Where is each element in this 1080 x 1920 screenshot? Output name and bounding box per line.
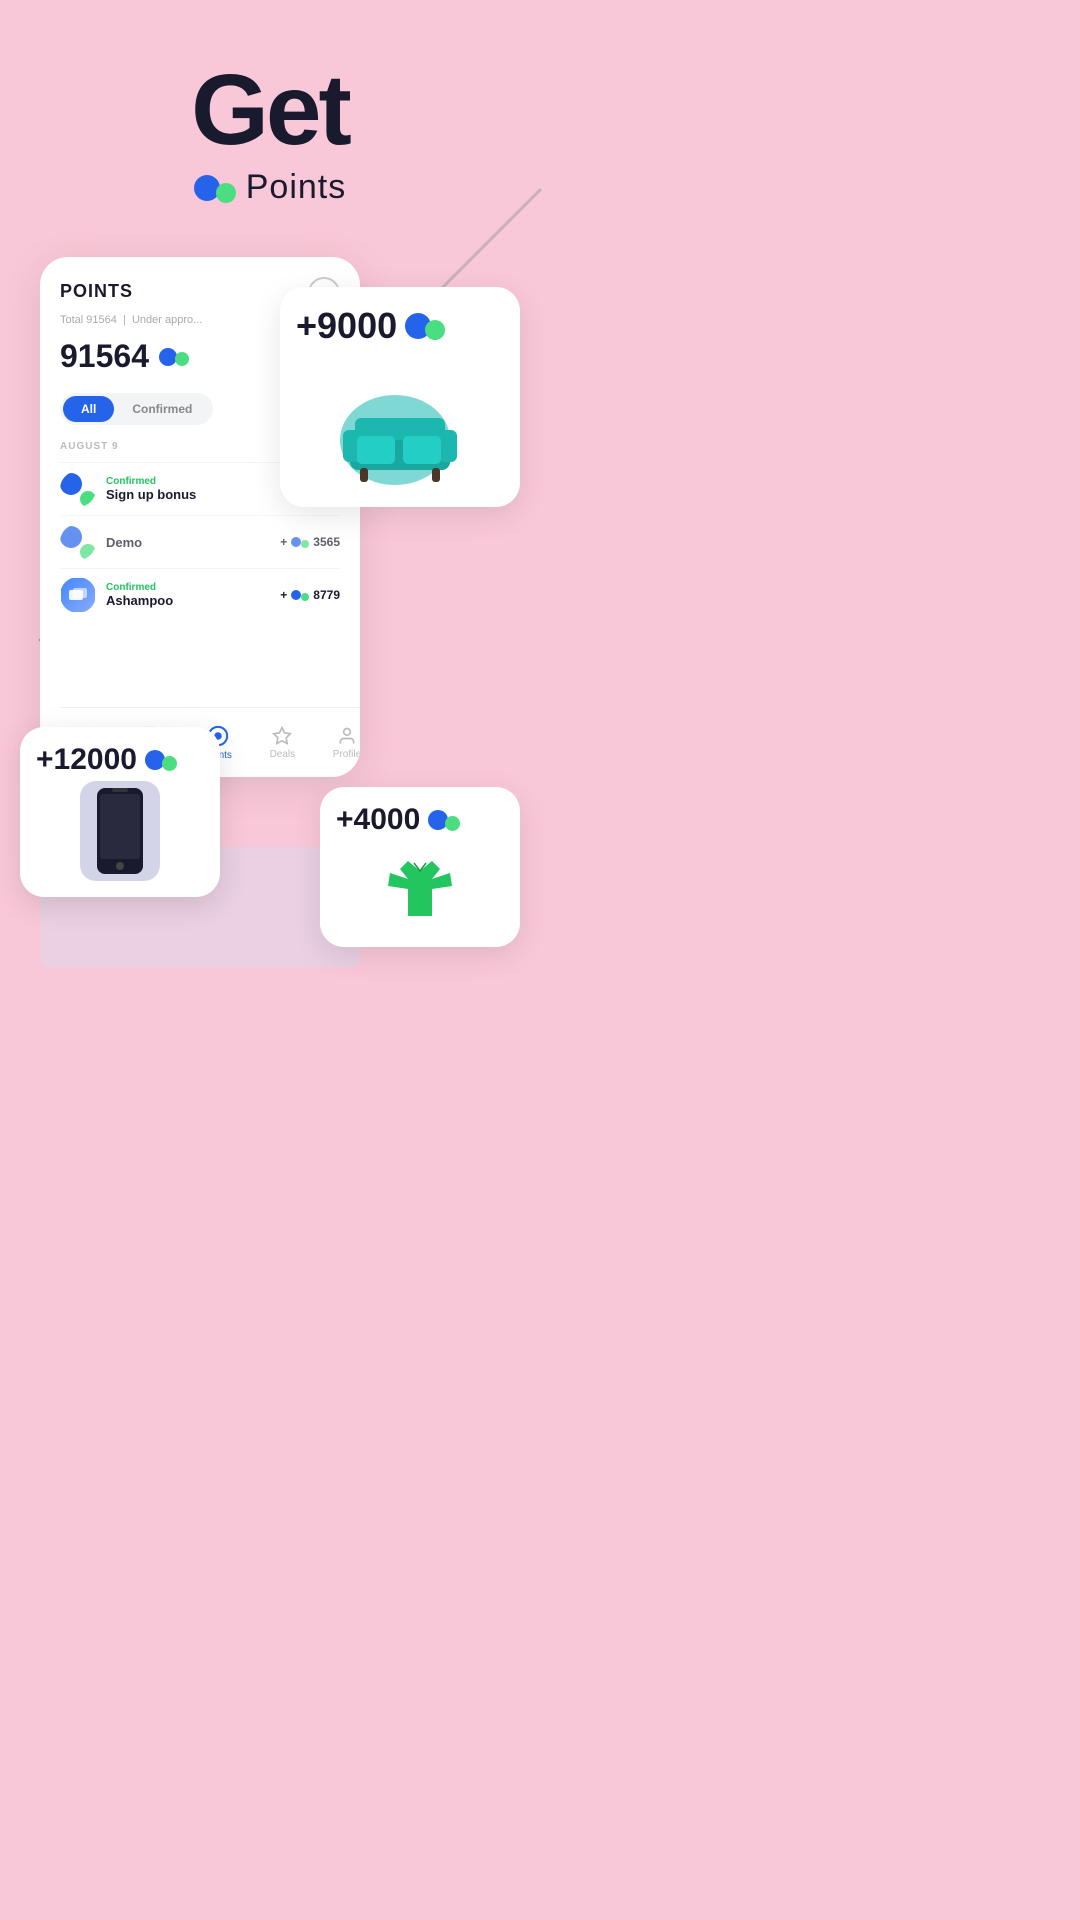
demo-name: Demo (106, 535, 270, 550)
card-phone: +12000 (20, 727, 220, 897)
transaction-ashampoo: Confirmed Ashampoo + 8779 (60, 568, 340, 621)
sofa-image (296, 347, 504, 495)
card-shirt: +4000 (320, 787, 520, 947)
hero-get-label: Get (20, 60, 520, 160)
sofa-points-row: +9000 (296, 305, 504, 347)
hero-points-label: Points (246, 168, 347, 207)
demo-label: Demo (106, 535, 270, 550)
tab-confirmed[interactable]: Confirmed (114, 396, 210, 422)
transaction-demo: Demo + 3565 (60, 515, 340, 568)
card-sofa: +9000 (280, 287, 520, 507)
demo-icon (60, 524, 96, 560)
tab-all[interactable]: All (63, 396, 114, 422)
ashampoo-points: + 8779 (280, 588, 340, 602)
ashampoo-label: Confirmed Ashampoo (106, 582, 270, 608)
phone-points-row: +12000 (36, 743, 204, 777)
phone-points: +12000 (36, 743, 137, 777)
nav-deals-label: Deals (270, 749, 296, 760)
phone-svg (95, 786, 145, 876)
ashampoo-status: Confirmed (106, 582, 270, 593)
ashampoo-icon (60, 577, 96, 613)
points-balance: 91564 (60, 338, 149, 375)
ashampoo-name: Ashampoo (106, 593, 270, 608)
sofa-points: +9000 (296, 305, 397, 347)
nav-profile-label: Profile (333, 749, 360, 760)
shirt-svg (380, 851, 460, 931)
sofa-points-icon (405, 312, 445, 340)
nav-profile[interactable]: Profile (333, 726, 360, 760)
mockup-area: POINTS + Total 91564 | Under appro... 91… (20, 257, 520, 1037)
balance-icon (159, 347, 189, 367)
sofa-svg (335, 390, 465, 490)
nav-deals[interactable]: Deals (270, 726, 296, 760)
points-title: POINTS (60, 281, 133, 302)
shirt-points-row: +4000 (336, 803, 504, 837)
signup-icon (60, 471, 96, 507)
shirt-image (336, 837, 504, 931)
shirt-points: +4000 (336, 803, 420, 837)
hero-logo (194, 173, 236, 203)
demo-points: + 3565 (280, 535, 340, 549)
phone-image (36, 777, 204, 881)
filter-tabs: All Confirmed (60, 393, 213, 425)
